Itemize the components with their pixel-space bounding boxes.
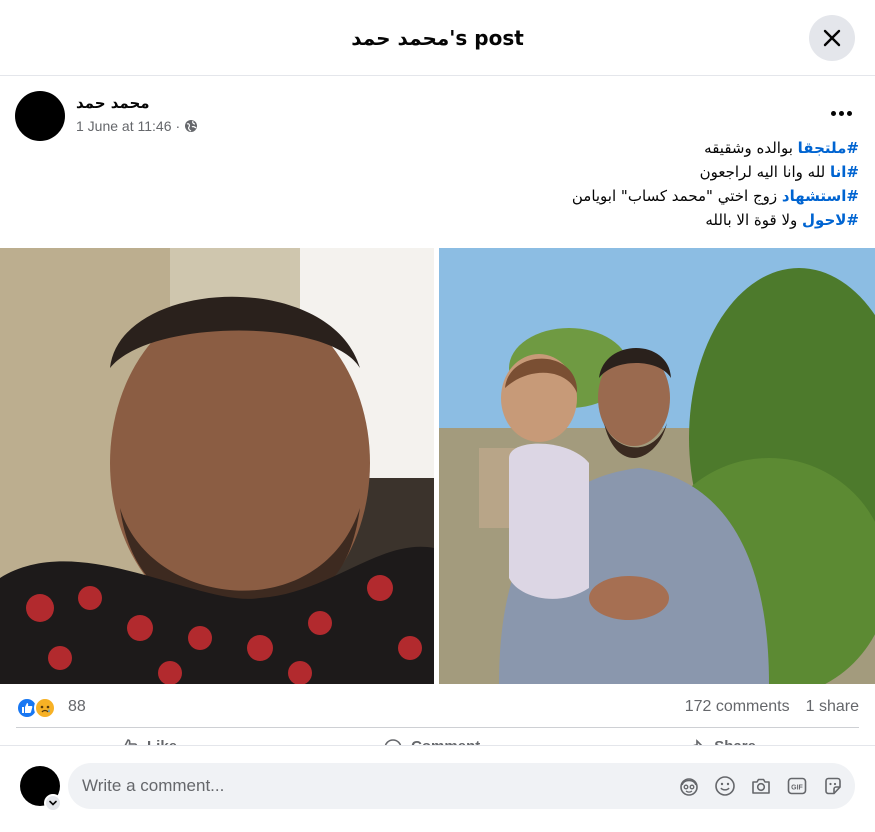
action-bar: Like Comment Share <box>16 732 859 746</box>
hashtag-link[interactable]: #استشهاد <box>782 187 859 205</box>
post-stats: 88 172 comments 1 share <box>16 690 859 724</box>
globe-icon[interactable] <box>184 119 198 133</box>
post-meta: 1 June at 11:46 · <box>76 118 198 134</box>
meta-separator: · <box>175 118 181 134</box>
comments-count[interactable]: 172 comments <box>685 698 790 716</box>
close-icon <box>823 29 841 47</box>
chevron-down-icon <box>49 800 57 806</box>
comment-tools: GIF <box>677 774 845 798</box>
author-name[interactable]: محمد حمد <box>76 94 150 112</box>
avatar-sticker-icon <box>680 778 698 796</box>
share-button[interactable]: Share <box>686 732 756 746</box>
emoji-icon <box>715 776 735 796</box>
post-line: #ملتجقا بوالده وشقيقه <box>259 136 859 160</box>
more-dot <box>838 110 844 116</box>
stats-divider <box>16 727 859 728</box>
close-button[interactable] <box>809 15 855 61</box>
reaction-icons <box>16 695 62 719</box>
hashtag-link[interactable]: #انا <box>830 163 859 181</box>
svg-text:GIF: GIF <box>791 785 803 792</box>
dialog-header: محمد حمد's post <box>0 0 875 76</box>
more-dot <box>830 110 836 116</box>
post-dialog: محمد حمد's post محمد حمد 1 June at 11:46… <box>0 0 875 832</box>
author-avatar[interactable] <box>15 91 65 141</box>
sticker-icon <box>825 777 841 795</box>
post-line-text: لله وانا اليه لراجعون <box>699 163 831 181</box>
photo-grid <box>0 248 875 684</box>
reaction-count[interactable]: 88 <box>68 698 86 716</box>
emoji-button[interactable] <box>713 774 737 798</box>
like-button[interactable]: Like <box>119 732 177 746</box>
photo-left-illustration <box>0 248 434 684</box>
photo-right-illustration <box>439 248 875 684</box>
post-line: #لاحول ولا قوة الا بالله <box>259 208 859 232</box>
comment-input[interactable] <box>82 776 642 796</box>
more-dot <box>846 110 852 116</box>
post-text: #ملتجقا بوالده وشقيقه #انا لله وانا اليه… <box>259 136 859 232</box>
post-line-text: ولا قوة الا بالله <box>705 211 803 229</box>
hashtag-link[interactable]: #لاحول <box>802 211 859 229</box>
gif-icon: GIF <box>787 777 807 795</box>
photo-portrait-closeup[interactable] <box>0 248 434 684</box>
comment-composer: GIF <box>68 763 855 809</box>
post-line: #استشهاد زوج اختي "محمد كساب" ابويامن <box>259 184 859 208</box>
post-line: #انا لله وانا اليه لراجعون <box>259 160 859 184</box>
post-line-text: بوالده وشقيقه <box>704 139 798 157</box>
shares-count[interactable]: 1 share <box>806 698 859 716</box>
post-line-text: زوج اختي "محمد كساب" ابويامن <box>571 187 782 205</box>
comment-button[interactable]: Comment <box>383 732 480 746</box>
reaction-summary[interactable]: 88 <box>16 695 86 719</box>
engagement-counts: 172 comments 1 share <box>685 698 859 716</box>
photo-man-holding-child[interactable] <box>439 248 875 684</box>
camera-button[interactable] <box>749 774 773 798</box>
more-options-button[interactable] <box>823 101 859 125</box>
dialog-title: محمد حمد's post <box>351 25 524 50</box>
gif-button[interactable]: GIF <box>785 774 809 798</box>
avatar-sticker-button[interactable] <box>677 774 701 798</box>
sticker-button[interactable] <box>821 774 845 798</box>
avatar-dropdown[interactable] <box>44 794 62 812</box>
post-time[interactable]: 1 June at 11:46 <box>76 118 171 134</box>
hashtag-link[interactable]: #ملتجقا <box>798 139 859 157</box>
sad-reaction-icon <box>34 697 56 719</box>
camera-icon <box>752 778 770 794</box>
